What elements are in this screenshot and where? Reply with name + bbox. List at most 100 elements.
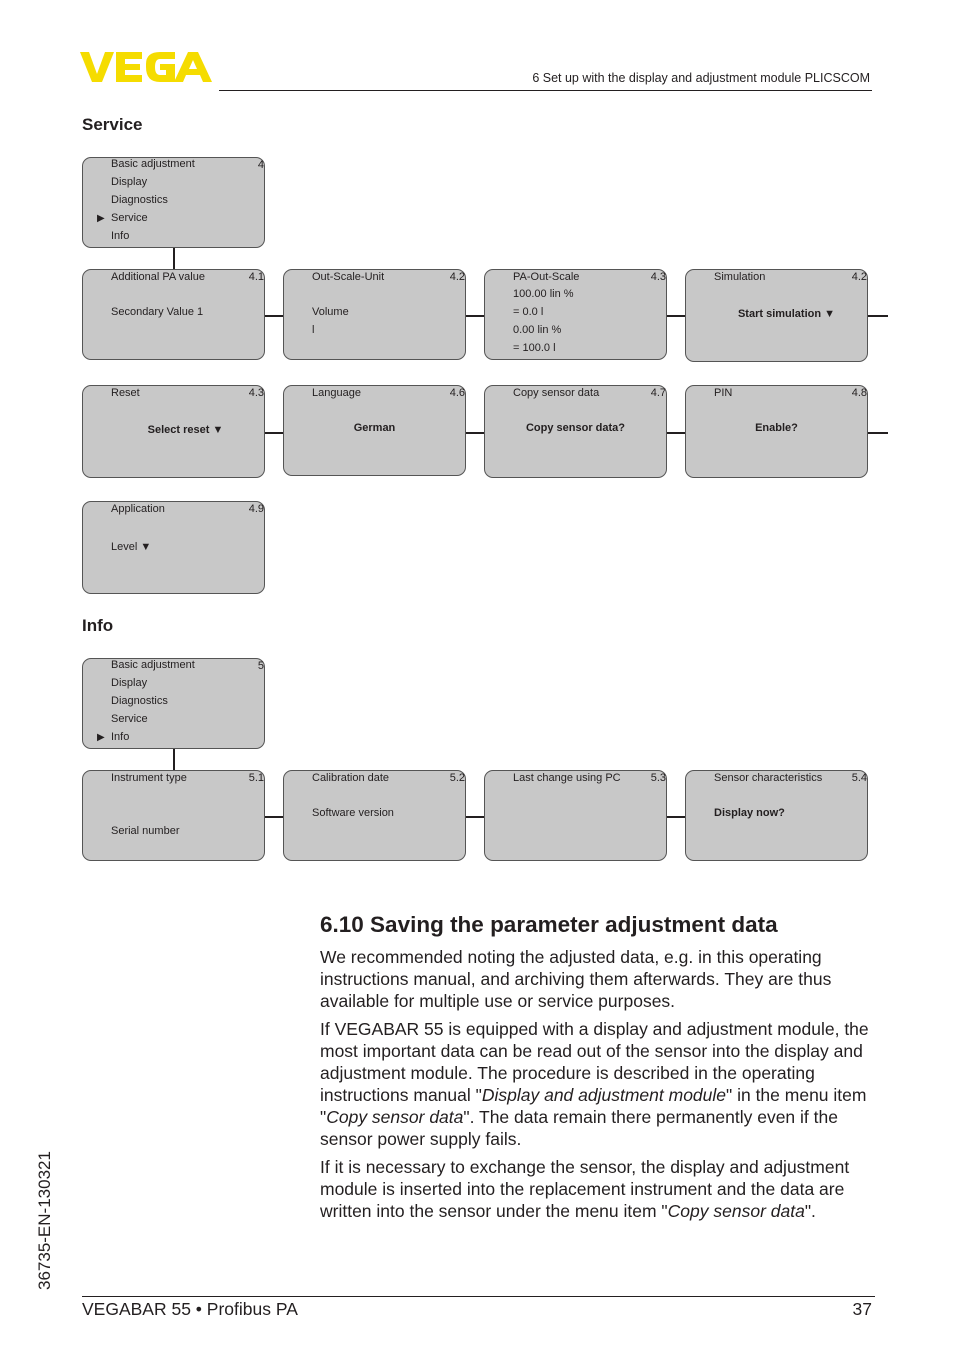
box-calibration-date: Calibration date 5.2 Software version bbox=[283, 770, 466, 861]
info-heading: Info bbox=[82, 616, 114, 635]
box-simulation: Simulation 4.2 Start simulation ▼ bbox=[685, 269, 868, 362]
menu-number: 5 bbox=[257, 660, 264, 672]
connector bbox=[265, 432, 284, 434]
menu-item-info: Info bbox=[111, 230, 130, 242]
footer-rule bbox=[82, 1296, 875, 1297]
box-instrument-type: Instrument type 5.1 Serial number bbox=[82, 770, 265, 861]
box-value: Volume bbox=[312, 306, 349, 318]
box-value: Secondary Value 1 bbox=[111, 306, 204, 318]
connector bbox=[667, 432, 686, 434]
box-value: 0.00 lin % bbox=[513, 324, 562, 336]
box-number: 4.1 bbox=[248, 271, 264, 283]
menu-number: 4 bbox=[257, 159, 264, 171]
selected-arrow-icon: ▶ bbox=[97, 213, 105, 224]
emphasis: Copy sensor data bbox=[326, 1107, 464, 1127]
connector bbox=[173, 749, 175, 770]
box-number: 5.2 bbox=[449, 772, 465, 784]
box-value: l bbox=[312, 324, 315, 336]
box-sensor-characteristics: Sensor characteristics 5.4 Display now? bbox=[685, 770, 868, 861]
vega-logo bbox=[80, 52, 212, 82]
box-action: Enable? bbox=[755, 422, 798, 434]
menu-item-diagnostics: Diagnostics bbox=[111, 194, 168, 206]
box-value: Software version bbox=[312, 807, 394, 819]
menu-item-diagnostics: Diagnostics bbox=[111, 695, 168, 707]
paragraph-1: We recommended noting the adjusted data,… bbox=[320, 947, 832, 1011]
document-id: 36735-EN-130321 bbox=[35, 1151, 54, 1290]
box-title: Application bbox=[111, 503, 165, 515]
box-language: Language 4.6 German bbox=[283, 385, 466, 476]
connector bbox=[466, 315, 485, 317]
box-number: 4.3 bbox=[248, 387, 264, 399]
box-additional-pa-value: Additional PA value 4.1 Secondary Value … bbox=[82, 269, 265, 360]
menu-item-service: Service bbox=[111, 212, 148, 224]
box-title: PIN bbox=[714, 387, 733, 399]
box-number: 5.4 bbox=[851, 772, 867, 784]
box-title: Out-Scale-Unit bbox=[312, 271, 385, 283]
box-action: Select reset ▼ bbox=[147, 424, 224, 436]
box-pin: PIN 4.8 Enable? bbox=[685, 385, 868, 478]
box-pa-out-scale: PA-Out-Scale 4.3 100.00 lin % = 0.0 l 0.… bbox=[484, 269, 667, 360]
box-reset: Reset 4.3 Select reset ▼ bbox=[82, 385, 265, 478]
box-last-change-using-pc: Last change using PC 5.3 bbox=[484, 770, 667, 861]
info-menu-box: Basic adjustment Display Diagnostics Ser… bbox=[82, 658, 265, 749]
menu-item-display: Display bbox=[111, 677, 148, 689]
box-number: 4.6 bbox=[449, 387, 465, 399]
emphasis: Copy sensor data bbox=[667, 1201, 805, 1221]
connector bbox=[466, 816, 485, 818]
box-number: 4.3 bbox=[650, 271, 666, 283]
paragraph-3: If it is necessary to exchange the senso… bbox=[320, 1156, 880, 1222]
box-action: German bbox=[353, 422, 396, 434]
connector bbox=[466, 432, 485, 434]
box-title: PA-Out-Scale bbox=[513, 271, 580, 283]
page-number: 37 bbox=[852, 1299, 872, 1319]
header-rule bbox=[219, 90, 872, 91]
service-menu-box: Basic adjustment Display Diagnostics ▶ S… bbox=[82, 157, 265, 248]
chapter-title: 6 Set up with the display and adjustment… bbox=[532, 71, 870, 85]
box-title: Reset bbox=[111, 387, 140, 399]
emphasis: Display and adjustment module bbox=[481, 1085, 727, 1105]
box-number: 4.2 bbox=[449, 271, 465, 283]
menu-item-display: Display bbox=[111, 176, 148, 188]
box-title: Simulation bbox=[714, 271, 766, 283]
box-value: Serial number bbox=[111, 825, 180, 837]
menu-item-basic-adjustment: Basic adjustment bbox=[111, 158, 195, 170]
box-value: = 0.0 l bbox=[513, 306, 544, 318]
box-action: Start simulation ▼ bbox=[737, 308, 836, 320]
box-value: Level ▼ bbox=[111, 541, 152, 553]
box-number: 4.2 bbox=[851, 271, 867, 283]
connector bbox=[265, 816, 284, 818]
box-action: Copy sensor data? bbox=[525, 422, 626, 434]
box-out-scale-unit: Out-Scale-Unit 4.2 Volume l bbox=[283, 269, 466, 360]
box-number: 4.8 bbox=[851, 387, 867, 399]
connector bbox=[868, 315, 888, 317]
box-value: = 100.0 l bbox=[513, 342, 556, 354]
connector bbox=[667, 315, 686, 317]
section-heading: 6.10 Saving the parameter adjustment dat… bbox=[320, 912, 778, 937]
box-number: 5.1 bbox=[248, 772, 264, 784]
connector bbox=[173, 248, 175, 269]
service-heading: Service bbox=[82, 115, 143, 134]
connector bbox=[868, 432, 888, 434]
connector bbox=[265, 315, 284, 317]
text: ". bbox=[804, 1201, 816, 1221]
box-title: Instrument type bbox=[111, 772, 187, 784]
box-title: Copy sensor data bbox=[513, 387, 600, 399]
menu-item-service: Service bbox=[111, 713, 148, 725]
box-value: 100.00 lin % bbox=[513, 288, 574, 300]
box-title: Sensor characteristics bbox=[714, 772, 823, 784]
menu-item-basic-adjustment: Basic adjustment bbox=[111, 659, 195, 671]
box-number: 4.7 bbox=[650, 387, 666, 399]
product-name: VEGABAR 55 • Profibus PA bbox=[82, 1299, 298, 1319]
connector bbox=[667, 816, 686, 818]
box-number: 4.9 bbox=[248, 503, 264, 515]
box-title: Language bbox=[312, 387, 361, 399]
box-copy-sensor-data: Copy sensor data 4.7 Copy sensor data? bbox=[484, 385, 667, 478]
paragraph-2: If VEGABAR 55 is equipped with a display… bbox=[320, 1018, 880, 1150]
box-title: Additional PA value bbox=[111, 271, 205, 283]
box-application: Application 4.9 Level ▼ bbox=[82, 501, 265, 594]
selected-arrow-icon: ▶ bbox=[97, 732, 105, 743]
box-title: Last change using PC bbox=[513, 772, 621, 784]
box-title: Calibration date bbox=[312, 772, 390, 784]
menu-item-info: Info bbox=[111, 731, 130, 743]
box-action: Display now? bbox=[714, 807, 785, 819]
